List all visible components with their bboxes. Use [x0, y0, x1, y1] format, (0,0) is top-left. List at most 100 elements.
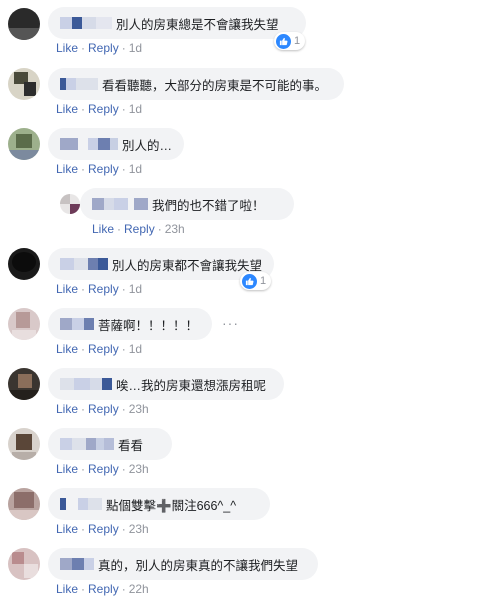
- comment-text: 唉…我的房東還想漲房租呢: [116, 378, 267, 393]
- separator: ·: [121, 582, 126, 596]
- separator: ·: [81, 462, 86, 476]
- separator: ·: [121, 342, 126, 356]
- avatar[interactable]: [60, 194, 80, 214]
- like-link[interactable]: Like: [56, 162, 78, 176]
- commenter-name[interactable]: [60, 138, 118, 150]
- comment-bubble: 唉…我的房東還想漲房租呢: [48, 368, 284, 400]
- reply-link[interactable]: Reply: [88, 282, 119, 296]
- avatar[interactable]: [8, 548, 40, 580]
- comment-bubble: 別人的房東總是不會讓我失望: [48, 7, 306, 39]
- reply-link[interactable]: Reply: [88, 342, 119, 356]
- comment-bubble: 看看: [48, 428, 172, 460]
- commenter-name[interactable]: [60, 378, 112, 390]
- separator: ·: [81, 522, 86, 536]
- separator: ·: [81, 102, 86, 116]
- comment-actions: Like · Reply · 23h: [56, 402, 149, 416]
- commenter-name[interactable]: [60, 438, 114, 450]
- commenter-name[interactable]: [60, 318, 94, 330]
- avatar[interactable]: [8, 8, 40, 40]
- reply-link[interactable]: Reply: [88, 41, 119, 55]
- comment-actions: Like · Reply · 23h: [56, 462, 149, 476]
- comment-bubble: 我們的也不錯了啦！: [80, 188, 294, 220]
- comment-actions: Like · Reply · 22h: [56, 582, 149, 596]
- separator: ·: [81, 402, 86, 416]
- comment-text: 真的，別人的房東真的不讓我們失望: [98, 558, 299, 573]
- like-link[interactable]: Like: [56, 282, 78, 296]
- separator: ·: [81, 41, 86, 55]
- timestamp[interactable]: 23h: [129, 522, 149, 536]
- commenter-name[interactable]: [60, 17, 112, 29]
- avatar[interactable]: [8, 68, 40, 100]
- like-link[interactable]: Like: [56, 582, 78, 596]
- reply-link[interactable]: Reply: [88, 102, 119, 116]
- timestamp[interactable]: 22h: [129, 582, 149, 596]
- separator: ·: [121, 402, 126, 416]
- like-link[interactable]: Like: [56, 342, 78, 356]
- commenter-name[interactable]: [92, 198, 148, 210]
- timestamp[interactable]: 1d: [129, 102, 142, 116]
- comment-actions: Like · Reply · 23h: [56, 522, 149, 536]
- like-icon: [276, 33, 291, 49]
- comment-actions: Like · Reply · 23h: [92, 222, 185, 236]
- avatar[interactable]: [8, 428, 40, 460]
- separator: ·: [121, 462, 126, 476]
- separator: ·: [121, 282, 126, 296]
- like-link[interactable]: Like: [56, 522, 78, 536]
- comment-bubble: 真的，別人的房東真的不讓我們失望: [48, 548, 318, 580]
- separator: ·: [81, 582, 86, 596]
- comment-actions: Like · Reply · 1d: [56, 282, 142, 296]
- avatar[interactable]: [8, 128, 40, 160]
- commenter-name[interactable]: [60, 78, 98, 90]
- like-link[interactable]: Like: [56, 102, 78, 116]
- reply-link[interactable]: Reply: [88, 402, 119, 416]
- comment-text: 菩薩啊！！！！！: [98, 318, 199, 333]
- more-options-icon[interactable]: ···: [222, 315, 239, 331]
- separator: ·: [157, 222, 162, 236]
- separator: ·: [121, 102, 126, 116]
- comment-text: 看看聽聽，大部分的房東是不可能的事。: [102, 78, 328, 93]
- comment-text: 別人的…: [122, 138, 173, 153]
- separator: ·: [81, 282, 86, 296]
- commenter-name[interactable]: [60, 558, 94, 570]
- comment-text: 點個雙擊➕關注666^_^: [106, 498, 237, 513]
- comment-actions: Like · Reply · 1d: [56, 41, 142, 55]
- comment-actions: Like · Reply · 1d: [56, 342, 142, 356]
- comment-actions: Like · Reply · 1d: [56, 102, 142, 116]
- avatar[interactable]: [8, 368, 40, 400]
- comment-text: 看看: [118, 438, 144, 453]
- commenter-name[interactable]: [60, 258, 108, 270]
- timestamp[interactable]: 1d: [129, 282, 142, 296]
- timestamp[interactable]: 23h: [129, 402, 149, 416]
- like-link[interactable]: Like: [56, 462, 78, 476]
- reply-link[interactable]: Reply: [88, 162, 119, 176]
- like-link[interactable]: Like: [92, 222, 114, 236]
- timestamp[interactable]: 1d: [129, 162, 142, 176]
- like-icon: [242, 273, 257, 289]
- timestamp[interactable]: 23h: [129, 462, 149, 476]
- comment-bubble: 點個雙擊➕關注666^_^: [48, 488, 270, 520]
- comment-text: 別人的房東都不會讓我失望: [112, 258, 263, 273]
- avatar[interactable]: [8, 248, 40, 280]
- reaction-count[interactable]: 1: [274, 32, 306, 50]
- like-link[interactable]: Like: [56, 41, 78, 55]
- like-link[interactable]: Like: [56, 402, 78, 416]
- timestamp[interactable]: 1d: [129, 342, 142, 356]
- comment-bubble: 看看聽聽，大部分的房東是不可能的事。: [48, 68, 344, 100]
- comment-bubble: 菩薩啊！！！！！: [48, 308, 212, 340]
- timestamp[interactable]: 1d: [129, 41, 142, 55]
- separator: ·: [121, 522, 126, 536]
- commenter-name[interactable]: [60, 498, 102, 510]
- comment-bubble: 別人的房東都不會讓我失望: [48, 248, 274, 280]
- reply-link[interactable]: Reply: [124, 222, 155, 236]
- comment-text: 別人的房東總是不會讓我失望: [116, 17, 279, 32]
- reply-link[interactable]: Reply: [88, 582, 119, 596]
- separator: ·: [121, 41, 126, 55]
- avatar[interactable]: [8, 308, 40, 340]
- separator: ·: [121, 162, 126, 176]
- reply-link[interactable]: Reply: [88, 522, 119, 536]
- reply-link[interactable]: Reply: [88, 462, 119, 476]
- reaction-count[interactable]: 1: [240, 272, 272, 290]
- separator: ·: [81, 342, 86, 356]
- avatar[interactable]: [8, 488, 40, 520]
- timestamp[interactable]: 23h: [165, 222, 185, 236]
